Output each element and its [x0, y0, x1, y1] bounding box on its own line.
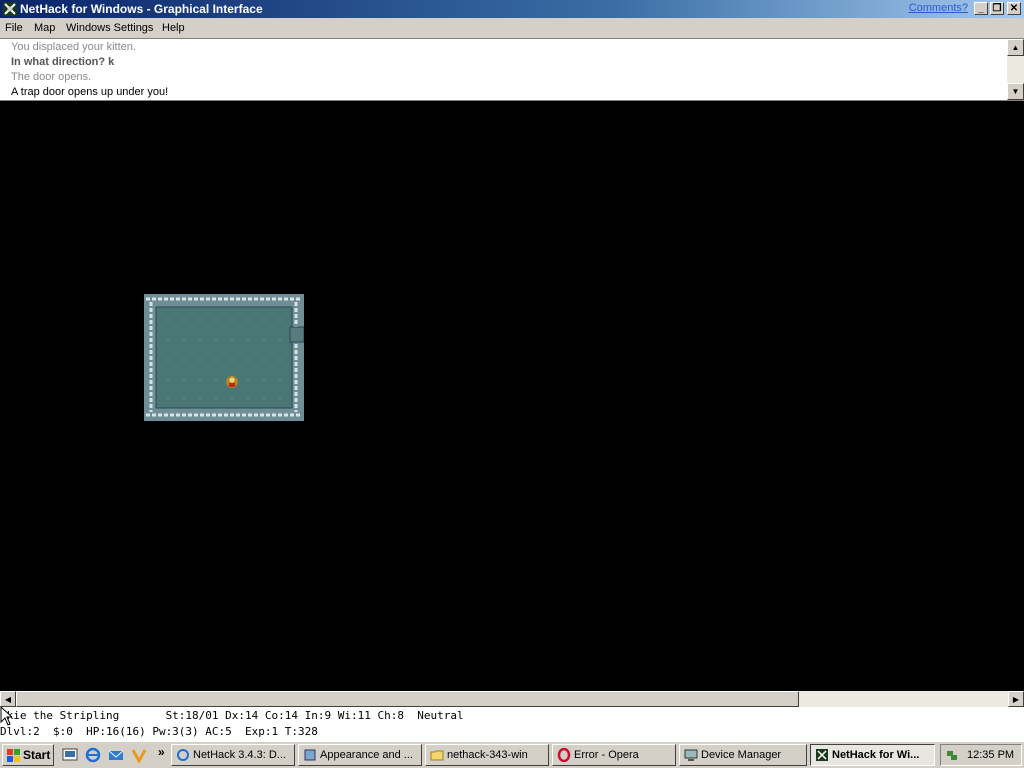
- start-button[interactable]: Start: [2, 744, 54, 766]
- message-line: You displaced your kitten.: [11, 41, 136, 53]
- taskbar: Start » NetHack 3.4.3: D... Appearance a…: [0, 741, 1024, 768]
- media-player-icon[interactable]: [131, 747, 147, 763]
- status-line-1: rkie the Stripling St:18/01 Dx:14 Co:14 …: [0, 709, 464, 722]
- mouse-cursor-icon: [0, 706, 12, 726]
- network-icon[interactable]: [945, 748, 959, 762]
- task-nethack-windows[interactable]: NetHack for Wi...: [810, 744, 935, 766]
- task-appearance[interactable]: Appearance and ...: [298, 744, 422, 766]
- task-label: Appearance and ...: [320, 749, 413, 761]
- dungeon-room: [144, 294, 304, 421]
- task-label: nethack-343-win: [447, 749, 528, 761]
- message-window: You displaced your kitten. In what direc…: [0, 38, 1024, 101]
- scroll-up-arrow-icon[interactable]: ▲: [1007, 39, 1024, 56]
- open-door: [289, 326, 304, 343]
- task-label: NetHack for Wi...: [832, 749, 920, 761]
- ie-icon: [177, 749, 189, 761]
- title-bar: NetHack for Windows - Graphical Interfac…: [0, 0, 1024, 18]
- task-label: Device Manager: [701, 749, 782, 761]
- task-opera[interactable]: Error - Opera: [552, 744, 676, 766]
- start-label: Start: [23, 748, 51, 762]
- task-label: NetHack 3.4.3: D...: [193, 749, 286, 761]
- nethack-icon: [816, 749, 828, 761]
- menu-map[interactable]: Map: [34, 22, 55, 34]
- task-folder[interactable]: nethack-343-win: [425, 744, 549, 766]
- task-label: Error - Opera: [574, 749, 639, 761]
- message-line: The door opens.: [11, 71, 92, 83]
- menu-windows-settings[interactable]: Windows Settings: [66, 22, 153, 34]
- outlook-express-icon[interactable]: [108, 747, 124, 763]
- message-scrollbar[interactable]: ▲ ▼: [1007, 39, 1024, 100]
- status-line-2: Dlvl:2 $:0 HP:16(16) Pw:3(3) AC:5 Exp:1 …: [0, 725, 318, 738]
- opera-icon: [557, 748, 571, 762]
- window-title: NetHack for Windows - Graphical Interfac…: [20, 2, 263, 16]
- restore-button[interactable]: ❐: [990, 2, 1004, 15]
- folder-icon: [430, 750, 444, 761]
- status-window: rkie the Stripling St:18/01 Dx:14 Co:14 …: [0, 707, 1024, 741]
- scroll-down-arrow-icon[interactable]: ▼: [1007, 83, 1024, 100]
- menu-file[interactable]: File: [5, 22, 23, 34]
- internet-explorer-icon[interactable]: [85, 747, 101, 763]
- map-window[interactable]: [0, 101, 1024, 691]
- menu-help[interactable]: Help: [162, 22, 185, 34]
- show-desktop-icon[interactable]: [62, 747, 78, 763]
- menu-bar: File Map Windows Settings Help: [0, 18, 1024, 38]
- message-line: In what direction? k: [11, 56, 115, 68]
- message-line-current: A trap door opens up under you!: [11, 86, 169, 98]
- scrollbar-thumb[interactable]: [16, 691, 799, 707]
- scroll-right-arrow-icon[interactable]: ▶: [1008, 691, 1024, 707]
- map-horizontal-scrollbar[interactable]: ◀ ▶: [0, 691, 1024, 707]
- scroll-left-arrow-icon[interactable]: ◀: [0, 691, 16, 707]
- task-nethack-ie[interactable]: NetHack 3.4.3: D...: [171, 744, 295, 766]
- windows-flag-icon: [7, 749, 20, 762]
- minimize-button[interactable]: _: [974, 2, 988, 15]
- comments-link[interactable]: Comments?: [909, 2, 968, 14]
- system-tray: 12:35 PM: [940, 744, 1022, 766]
- task-device-manager[interactable]: Device Manager: [679, 744, 807, 766]
- nethack-app-icon[interactable]: [2, 1, 18, 17]
- control-panel-icon: [304, 749, 316, 761]
- device-manager-icon: [684, 749, 698, 761]
- quicklaunch-more-icon[interactable]: »: [158, 745, 165, 759]
- clock[interactable]: 12:35 PM: [967, 749, 1014, 761]
- player-character-icon: [226, 376, 238, 388]
- close-button[interactable]: ✕: [1007, 2, 1021, 15]
